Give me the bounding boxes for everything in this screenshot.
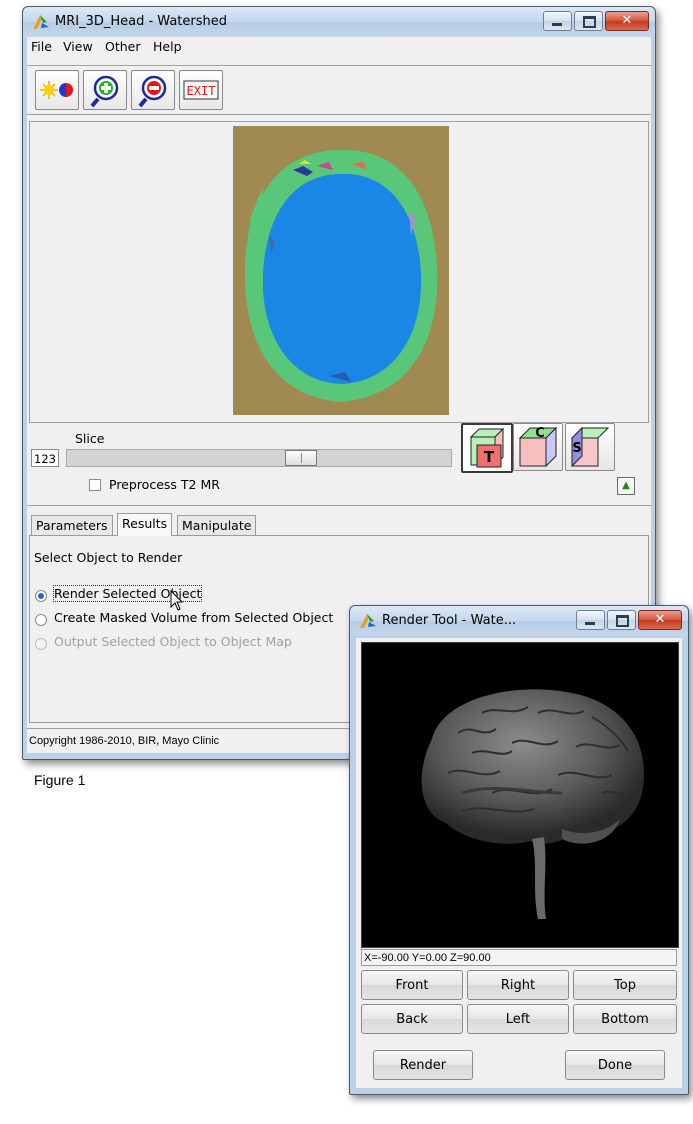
render-window-controls: ✕ bbox=[574, 610, 682, 630]
close-button[interactable]: ✕ bbox=[605, 11, 649, 31]
slice-controls: Slice 123 Preprocess T2 MR T C S ▲ bbox=[27, 423, 651, 506]
maximize-icon bbox=[616, 615, 629, 627]
slice-slider[interactable] bbox=[66, 449, 452, 467]
radio-render-selected[interactable] bbox=[35, 590, 47, 602]
menu-file[interactable]: File bbox=[31, 39, 52, 54]
figure-caption: Figure 1 bbox=[34, 772, 86, 788]
window-controls: ✕ bbox=[541, 11, 649, 31]
exit-sign-text: EXIT bbox=[187, 84, 216, 98]
sagittal-view-button[interactable]: S bbox=[565, 423, 615, 471]
view-front-button[interactable]: Front bbox=[361, 970, 463, 1000]
coordinate-readout: X=-90.00 Y=0.00 Z=90.00 bbox=[361, 949, 677, 966]
radio-output-object-map bbox=[35, 638, 47, 650]
toolbar: EXIT bbox=[27, 65, 651, 115]
render-app-icon bbox=[360, 614, 376, 628]
cube-c-icon: C bbox=[518, 426, 558, 468]
view-right-button[interactable]: Right bbox=[467, 970, 569, 1000]
tab-manipulate[interactable]: Manipulate bbox=[177, 515, 257, 535]
coronal-view-button[interactable]: C bbox=[513, 423, 563, 471]
tab-parameters[interactable]: Parameters bbox=[31, 515, 113, 535]
preprocess-t2-label: Preprocess T2 MR bbox=[109, 477, 220, 492]
minimize-button[interactable] bbox=[543, 11, 572, 31]
orientation-letter-s: S bbox=[572, 441, 581, 456]
close-icon: ✕ bbox=[621, 13, 633, 28]
maximize-button[interactable] bbox=[574, 11, 603, 31]
slice-viewport[interactable] bbox=[29, 121, 649, 423]
slice-slider-thumb[interactable] bbox=[285, 450, 317, 466]
sun-contrast-icon bbox=[40, 81, 73, 99]
menu-other[interactable]: Other bbox=[105, 39, 141, 54]
menu-bar: File View Other Help bbox=[27, 37, 651, 57]
menu-help[interactable]: Help bbox=[153, 39, 182, 54]
zoom-in-icon bbox=[90, 75, 119, 108]
rendered-brain-image bbox=[421, 689, 645, 919]
render-window-title: Render Tool - Wate... bbox=[382, 613, 517, 628]
render-minimize-button[interactable] bbox=[576, 610, 605, 630]
main-window-title: MRI_3D_Head - Watershed bbox=[55, 14, 228, 29]
radio-create-masked-volume[interactable] bbox=[35, 614, 47, 626]
done-button[interactable]: Done bbox=[565, 1050, 665, 1080]
maximize-icon bbox=[583, 16, 596, 28]
view-top-button[interactable]: Top bbox=[573, 970, 677, 1000]
view-bottom-button[interactable]: Bottom bbox=[573, 1004, 677, 1034]
expand-panel-button[interactable]: ▲ bbox=[617, 477, 635, 495]
orientation-letter-c: C bbox=[535, 426, 545, 441]
double-chevron-up-icon: ▲ bbox=[622, 480, 630, 491]
brightness-contrast-button[interactable] bbox=[35, 70, 79, 110]
tab-results[interactable]: Results bbox=[117, 513, 173, 536]
zoom-out-icon bbox=[138, 75, 167, 108]
watershed-slice-image[interactable] bbox=[233, 126, 449, 415]
orientation-letter-t: T bbox=[484, 448, 495, 466]
render-tool-window: Render Tool - Wate... ✕ X=-90.00 Y=0.00 … bbox=[349, 605, 689, 1095]
menu-view[interactable]: View bbox=[63, 39, 93, 54]
render-titlebar[interactable]: Render Tool - Wate... ✕ bbox=[350, 606, 688, 636]
preprocess-t2-checkbox[interactable] bbox=[89, 479, 101, 491]
minimize-icon bbox=[552, 23, 562, 26]
render-close-button[interactable]: ✕ bbox=[638, 610, 682, 630]
radio-label-create-masked-volume[interactable]: Create Masked Volume from Selected Objec… bbox=[54, 610, 333, 625]
transverse-view-button[interactable]: T bbox=[461, 423, 513, 473]
main-titlebar[interactable]: MRI_3D_Head - Watershed ✕ bbox=[23, 7, 655, 37]
render-3d-view[interactable] bbox=[361, 642, 679, 948]
view-left-button[interactable]: Left bbox=[467, 1004, 569, 1034]
mouse-cursor-icon bbox=[170, 590, 184, 611]
slice-value-field[interactable]: 123 bbox=[31, 449, 59, 467]
render-client: X=-90.00 Y=0.00 Z=90.00 Front Right Top … bbox=[356, 638, 682, 1088]
app-icon bbox=[33, 15, 49, 29]
render-maximize-button[interactable] bbox=[607, 610, 636, 630]
tab-strip: Parameters Results Manipulate bbox=[27, 513, 651, 536]
exit-sign-icon: EXIT bbox=[183, 80, 219, 100]
close-icon: ✕ bbox=[654, 612, 666, 627]
minimize-icon bbox=[585, 622, 595, 625]
view-back-button[interactable]: Back bbox=[361, 1004, 463, 1034]
exit-button[interactable]: EXIT bbox=[179, 70, 223, 110]
cube-t-icon: T bbox=[469, 427, 505, 468]
zoom-in-button[interactable] bbox=[83, 70, 127, 110]
slice-label: Slice bbox=[75, 431, 105, 446]
render-button[interactable]: Render bbox=[373, 1050, 473, 1080]
cube-s-icon: S bbox=[570, 426, 610, 468]
zoom-out-button[interactable] bbox=[131, 70, 175, 110]
radio-label-output-object-map: Output Selected Object to Object Map bbox=[54, 634, 292, 649]
results-heading: Select Object to Render bbox=[34, 550, 183, 565]
